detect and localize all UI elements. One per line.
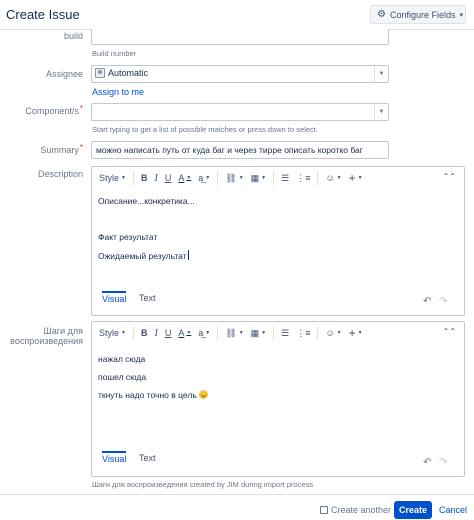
steps-line: ткнуть надо точно в цель — [98, 390, 208, 400]
numbered-list-icon[interactable]: ⋮≡ — [296, 170, 310, 186]
dialog-header: Create Issue ⚙ Configure Fields ▾ — [0, 0, 474, 30]
steps-mode-tabs: Visual Text — [92, 451, 464, 469]
dialog-footer: Create another Create Cancel — [0, 494, 474, 520]
table-icon[interactable]: ▦ ▼ — [251, 170, 266, 186]
editor-toolbar: Style ▼ B I U A ▼ a͢ ▼ ⛓ ▼ ▦ ▼ ☰ ⋮≡ ☺ ▼ + ▼ — [92, 167, 464, 189]
collapse-toolbar-icon[interactable]: ⌃⌃ — [443, 327, 456, 336]
steps-label: Шаги для воспроизведения — [10, 326, 83, 346]
chevron-down-icon[interactable]: ▼ — [374, 66, 388, 82]
text-color-button[interactable]: A ▼ — [178, 325, 191, 341]
dialog-title: Create Issue — [6, 7, 80, 22]
undo-icon[interactable]: ↶ — [423, 457, 431, 468]
bold-button[interactable]: B — [141, 325, 148, 341]
configure-fields-button[interactable]: ⚙ Configure Fields ▾ — [370, 5, 466, 24]
text-caret — [187, 250, 189, 260]
description-mode-tabs: Visual Text — [92, 291, 464, 309]
description-line: Ожидаемый результат — [98, 250, 189, 261]
numbered-list-icon[interactable]: ⋮≡ — [296, 325, 310, 341]
style-dropdown[interactable]: Style ▼ — [99, 325, 126, 341]
table-icon[interactable]: ▦ ▼ — [251, 325, 266, 341]
smile-emoji-icon — [198, 390, 208, 399]
steps-line: нажал сюда — [98, 354, 146, 364]
create-another-label: Create another — [331, 505, 392, 515]
insert-icon[interactable]: + ▼ — [349, 170, 363, 186]
components-input[interactable]: ▼ — [91, 103, 389, 121]
gear-icon: ⚙ — [377, 9, 386, 20]
create-another-toggle[interactable]: Create another — [320, 505, 391, 515]
text-color-button[interactable]: A ▼ — [178, 170, 191, 186]
steps-hint: Шаги для воспроизведения created by JIM … — [92, 480, 314, 489]
redo-icon[interactable]: ↷ — [439, 457, 447, 468]
create-button[interactable]: Create — [394, 501, 432, 519]
italic-button[interactable]: I — [154, 170, 157, 186]
steps-editor[interactable]: Style ▼ B I U A ▼ a͢ ▼ ⛓ ▼ ▦ ▼ ☰ ⋮≡ ☺ ▼ + ▼ ⌃⌃ … — [91, 321, 465, 477]
configure-fields-label: Configure Fields — [389, 9, 456, 20]
more-format-button[interactable]: a͢ ▼ — [198, 325, 210, 341]
emoji-icon[interactable]: ☺ ▼ — [325, 325, 341, 341]
emoji-icon[interactable]: ☺ ▼ — [325, 170, 341, 186]
summary-input[interactable]: можно написать путь от куда баг и через … — [91, 141, 389, 159]
editor-toolbar: Style ▼ B I U A ▼ a͢ ▼ ⛓ ▼ ▦ ▼ ☰ ⋮≡ ☺ ▼ + ▼ — [92, 322, 464, 344]
tab-visual[interactable]: Visual — [102, 451, 127, 469]
style-dropdown[interactable]: Style ▼ — [99, 170, 126, 186]
link-icon[interactable]: ⛓ ▼ — [225, 325, 243, 341]
insert-icon[interactable]: + ▼ — [349, 325, 363, 341]
chevron-down-icon: ▾ — [459, 11, 464, 19]
description-line: Факт результат — [98, 232, 158, 242]
create-another-checkbox[interactable] — [320, 506, 328, 514]
description-line: Описание...конкретика... — [98, 196, 195, 206]
redo-icon[interactable]: ↷ — [439, 296, 447, 307]
underline-button[interactable]: U — [165, 170, 172, 186]
build-hint: Build number — [92, 49, 137, 58]
summary-label: Summary* — [40, 143, 83, 155]
bullet-list-icon[interactable]: ☰ — [281, 325, 289, 341]
tab-text[interactable]: Text — [139, 451, 156, 469]
assignee-value: Automatic — [108, 68, 149, 78]
description-label: Description — [37, 169, 83, 179]
link-icon[interactable]: ⛓ ▼ — [225, 170, 243, 186]
components-label: Component/s* — [25, 104, 83, 116]
collapse-toolbar-icon[interactable]: ⌃⌃ — [443, 172, 456, 181]
more-format-button[interactable]: a͢ ▼ — [198, 170, 210, 186]
chevron-down-icon[interactable]: ▼ — [374, 104, 388, 120]
summary-value: можно написать путь от куда баг и через … — [96, 145, 363, 155]
description-editor[interactable]: Style ▼ B I U A ▼ a͢ ▼ ⛓ ▼ ▦ ▼ ☰ ⋮≡ ☺ ▼ + ▼ ⌃⌃ … — [91, 166, 465, 316]
bullet-list-icon[interactable]: ☰ — [281, 170, 289, 186]
avatar — [95, 68, 105, 78]
assignee-label: Assignee — [45, 69, 83, 79]
tab-visual[interactable]: Visual — [102, 291, 127, 309]
components-hint: Start typing to get a list of possible m… — [92, 125, 318, 134]
undo-icon[interactable]: ↶ — [423, 296, 431, 307]
assignee-select[interactable]: Automatic ▼ — [91, 65, 389, 83]
build-label: build — [63, 31, 83, 41]
build-input[interactable] — [91, 29, 389, 45]
assign-to-me-link[interactable]: Assign to me — [92, 87, 144, 97]
bold-button[interactable]: B — [141, 170, 148, 186]
underline-button[interactable]: U — [165, 325, 172, 341]
tab-text[interactable]: Text — [139, 291, 156, 309]
steps-line: пошел сюда — [98, 372, 147, 382]
italic-button[interactable]: I — [154, 325, 157, 341]
cancel-button[interactable]: Cancel — [439, 505, 467, 515]
